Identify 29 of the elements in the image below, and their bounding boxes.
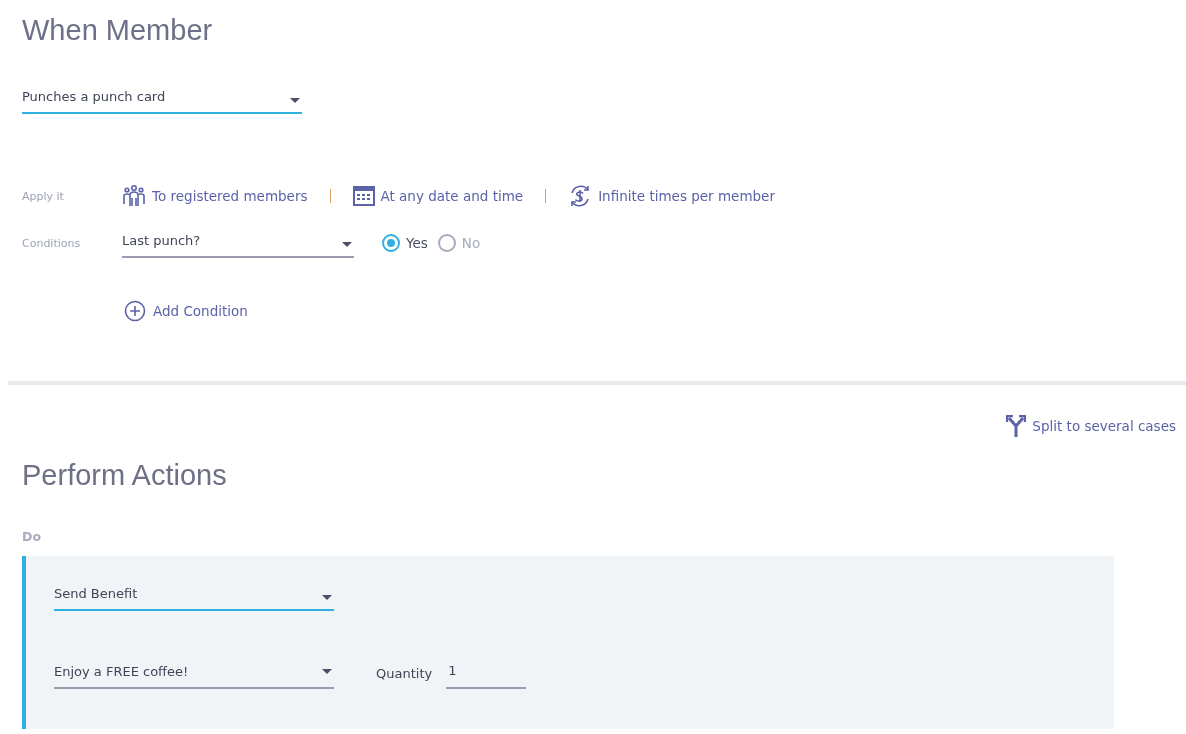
radio-option[interactable]: Yes <box>382 234 428 252</box>
apply-option-link[interactable]: To registered members <box>122 184 308 208</box>
caret-icon <box>290 97 300 103</box>
section-title: Perform Actions <box>21 458 228 493</box>
separator <box>329 189 331 203</box>
people-icon <box>122 184 146 208</box>
split-cases-link[interactable]: Split to several cases <box>1006 415 1176 437</box>
section-title: When Member <box>21 13 214 48</box>
caret-icon <box>322 594 332 600</box>
row-label: Apply it <box>22 189 65 203</box>
action-dropdown[interactable]: Send Benefit <box>54 581 334 611</box>
split-arrow-icon <box>1006 415 1027 437</box>
radio-circle[interactable] <box>382 234 400 252</box>
do-label: Do <box>22 529 42 544</box>
plus-circle-icon <box>124 300 146 322</box>
caret-icon <box>342 241 352 247</box>
condition-dropdown[interactable]: Last punch? <box>122 228 354 258</box>
apply-option-link[interactable]: Infinite times per member <box>568 184 775 208</box>
add-condition-link[interactable]: Add Condition <box>124 300 248 322</box>
trigger-dropdown[interactable]: Punches a punch card <box>22 84 302 114</box>
apply-option-link[interactable]: At any date and time <box>352 186 524 206</box>
separator <box>545 189 547 203</box>
radio-circle[interactable] <box>437 234 456 252</box>
quantity-field[interactable]: 1 <box>446 659 527 689</box>
calendar-icon <box>352 186 375 206</box>
quantity-label: Quantity <box>376 666 433 683</box>
caret-icon <box>322 668 332 674</box>
row-label: Conditions <box>22 236 82 250</box>
benefit-dropdown[interactable]: Enjoy a FREE coffee! <box>54 659 334 689</box>
